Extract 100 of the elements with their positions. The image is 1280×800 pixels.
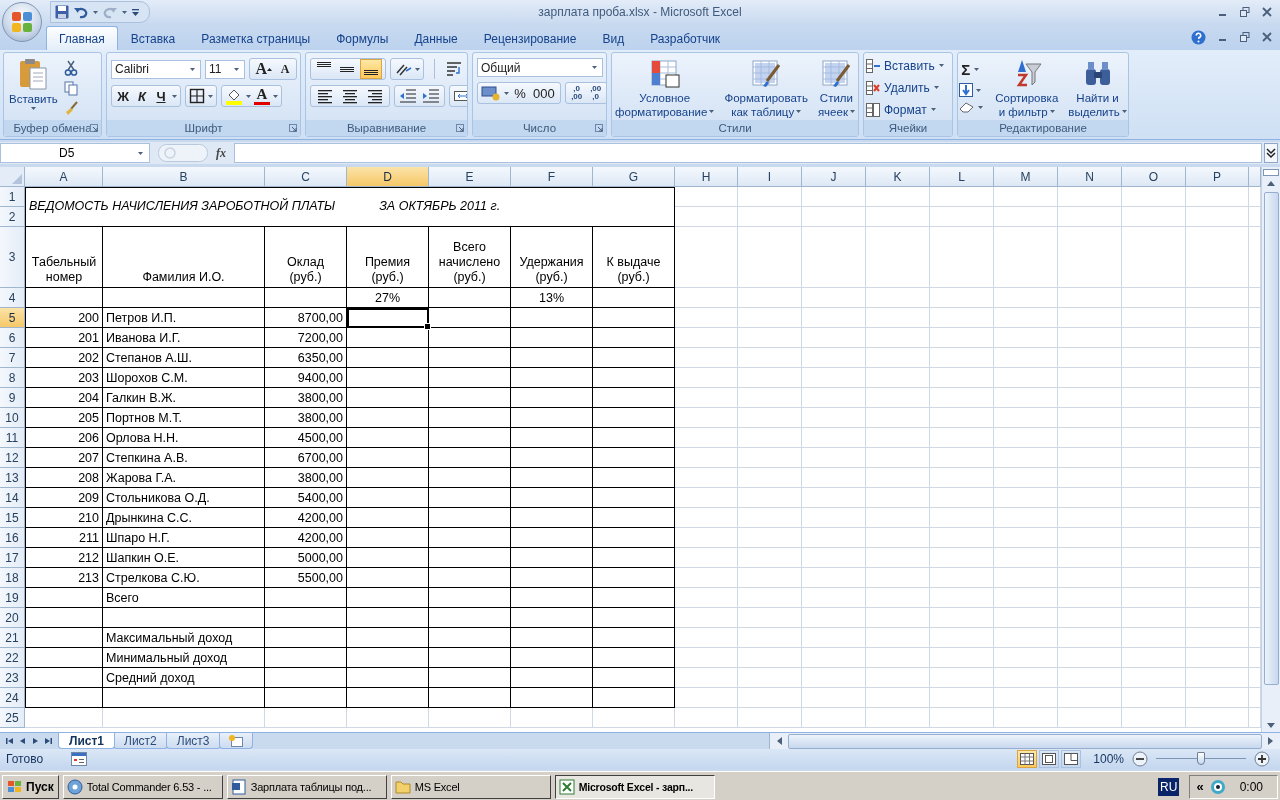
column-header[interactable]: I xyxy=(738,167,802,187)
slider-thumb[interactable] xyxy=(1197,752,1205,765)
ribbon-tab[interactable]: Данные xyxy=(401,26,471,50)
column-header[interactable]: A xyxy=(25,167,103,187)
taskbar-button[interactable]: Microsoft Excel - зарп... xyxy=(554,774,715,799)
shrink-font-button[interactable]: A xyxy=(277,59,293,79)
selected-cell[interactable] xyxy=(347,308,429,328)
thousands-separator-button[interactable]: 000 xyxy=(531,83,557,103)
cells-button[interactable]: Формат xyxy=(866,100,950,119)
column-header[interactable]: O xyxy=(1122,167,1186,187)
style-button[interactable]: Условное форматирование xyxy=(613,57,717,120)
row-header[interactable]: 16 xyxy=(0,528,25,548)
row-header[interactable]: 14 xyxy=(0,488,25,508)
view-button[interactable] xyxy=(1017,750,1038,768)
column-header[interactable]: C xyxy=(265,167,347,187)
vertical-scrollbar[interactable] xyxy=(1261,167,1280,732)
start-button[interactable]: Пуск xyxy=(2,774,59,799)
row-header[interactable]: 5 xyxy=(0,308,25,328)
zoom-in-icon[interactable] xyxy=(1254,751,1270,767)
zoom-out-icon[interactable] xyxy=(1132,751,1148,767)
zoom-level[interactable]: 100% xyxy=(1093,752,1124,766)
zoom-slider[interactable] xyxy=(1156,751,1246,767)
increase-decimal-button[interactable]: ,0 ,00 xyxy=(568,83,585,103)
dialog-launcher-icon[interactable] xyxy=(595,124,603,132)
sheet-nav-icon[interactable] xyxy=(43,735,54,747)
row-header[interactable]: 3 xyxy=(0,227,25,288)
row-header[interactable]: 19 xyxy=(0,588,25,608)
new-sheet-button[interactable] xyxy=(218,733,253,749)
close-icon[interactable] xyxy=(1262,7,1272,17)
font-name-dropdown[interactable]: Calibri xyxy=(111,59,201,79)
italic-button[interactable]: К xyxy=(134,86,150,106)
row-header[interactable]: 7 xyxy=(0,348,25,368)
show-hidden-icons-button[interactable]: « xyxy=(1196,779,1204,794)
row-header[interactable]: 22 xyxy=(0,648,25,668)
column-header[interactable]: B xyxy=(103,167,265,187)
font-color-button[interactable]: A xyxy=(254,87,270,105)
fill-down-icon[interactable] xyxy=(959,83,974,97)
indent-decrease-icon[interactable] xyxy=(398,88,418,104)
customize-icon[interactable] xyxy=(132,8,139,16)
row-header[interactable]: 8 xyxy=(0,368,25,388)
row-header[interactable]: 4 xyxy=(0,288,25,308)
ribbon-tab[interactable]: Разработчик xyxy=(637,26,734,50)
split-box[interactable] xyxy=(1263,169,1279,176)
ribbon-tab[interactable]: Вставка xyxy=(117,26,189,50)
vertical-align-button[interactable] xyxy=(360,59,382,79)
sheet-tab[interactable]: Лист1 xyxy=(58,733,116,749)
number-format-dropdown[interactable]: Общий xyxy=(477,58,603,77)
dialog-launcher-icon[interactable] xyxy=(289,124,297,132)
autosum-button[interactable]: Σ xyxy=(959,59,982,79)
borders-icon[interactable] xyxy=(189,88,205,104)
close-icon[interactable] xyxy=(1262,32,1272,42)
column-header[interactable]: L xyxy=(930,167,994,187)
decrease-decimal-button[interactable]: ,00 ,0 xyxy=(587,83,604,103)
cells-button[interactable]: Удалить xyxy=(866,78,950,97)
column-header[interactable]: D xyxy=(347,167,429,187)
save-icon[interactable] xyxy=(55,5,69,19)
dialog-launcher-icon[interactable] xyxy=(90,124,98,132)
copy-icon[interactable] xyxy=(63,81,79,96)
scissors-icon[interactable] xyxy=(64,60,79,76)
ribbon-tab[interactable]: Главная xyxy=(46,26,118,50)
bold-button[interactable]: Ж xyxy=(115,86,131,106)
paste-button[interactable]: Вставить xyxy=(7,56,60,120)
column-header[interactable]: K xyxy=(866,167,930,187)
column-header[interactable]: G xyxy=(593,167,675,187)
row-header[interactable]: 17 xyxy=(0,548,25,568)
column-header[interactable]: P xyxy=(1186,167,1249,187)
wrap-text-icon[interactable] xyxy=(445,61,463,77)
taskbar-button[interactable]: Total Commander 6.53 - ... xyxy=(62,774,223,799)
taskbar-button[interactable]: MS Excel xyxy=(390,774,551,799)
column-header[interactable]: N xyxy=(1058,167,1122,187)
row-header[interactable]: 24 xyxy=(0,688,25,708)
taskbar-button[interactable]: Зарплата таблицы под... xyxy=(226,774,387,799)
insert-function-button[interactable]: fx xyxy=(216,145,226,161)
currency-icon[interactable] xyxy=(481,85,501,101)
brush-icon[interactable] xyxy=(63,101,79,116)
grow-font-button[interactable]: A xyxy=(253,59,274,79)
row-header[interactable]: 23 xyxy=(0,668,25,688)
dialog-launcher-icon[interactable] xyxy=(456,124,464,132)
row-header[interactable]: 10 xyxy=(0,408,25,428)
row-header[interactable]: 15 xyxy=(0,508,25,528)
restore-icon[interactable] xyxy=(1240,32,1250,42)
column-header[interactable]: F xyxy=(511,167,593,187)
column-header[interactable]: J xyxy=(802,167,866,187)
ribbon-tab[interactable]: Разметка страницы xyxy=(188,26,324,50)
undo-icon[interactable] xyxy=(74,5,88,19)
row-header[interactable]: 20 xyxy=(0,608,25,628)
help-icon[interactable] xyxy=(1191,29,1206,45)
style-button[interactable]: Форматировать как таблицу xyxy=(722,57,810,120)
row-header[interactable]: 18 xyxy=(0,568,25,588)
fill-color-icon[interactable] xyxy=(225,87,243,105)
view-button[interactable] xyxy=(1061,750,1082,768)
font-size-dropdown[interactable]: 11 xyxy=(204,59,246,79)
indent-increase-icon[interactable] xyxy=(421,88,441,104)
ribbon-tab[interactable]: Вид xyxy=(589,26,638,50)
row-header[interactable]: 21 xyxy=(0,628,25,648)
sheet-nav-icon[interactable] xyxy=(4,735,15,747)
formula-input[interactable] xyxy=(234,143,1262,163)
row-header[interactable]: 6 xyxy=(0,328,25,348)
macro-record-icon[interactable] xyxy=(71,752,88,766)
cells-button[interactable]: Вставить xyxy=(866,56,950,75)
